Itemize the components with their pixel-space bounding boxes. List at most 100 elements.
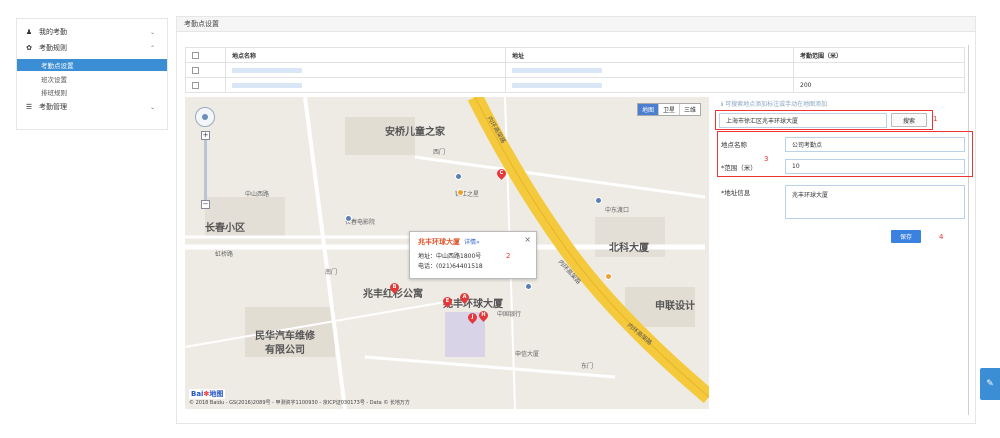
zoom-in-button[interactable]: + — [201, 131, 210, 140]
baidu-logo: Bai✽地图 — [189, 389, 226, 399]
map-type-map-button[interactable]: 地图 — [637, 104, 658, 115]
annotation-number: 3 — [764, 155, 769, 163]
map-pin[interactable]: E — [441, 295, 454, 308]
close-icon[interactable]: × — [524, 235, 531, 244]
poi-marker[interactable] — [525, 283, 532, 290]
map-pin[interactable]: J — [466, 311, 479, 324]
sidebar-item-attendance-management[interactable]: ☰ 考勤管理 ⌄ — [17, 100, 167, 114]
pin-label: B — [392, 284, 397, 290]
map-type-3d-button[interactable]: 三维 — [678, 104, 700, 115]
map-pin[interactable]: A — [458, 291, 471, 304]
search-input[interactable]: 上海市徐汇区兆丰环球大厦 — [719, 113, 887, 128]
table-row[interactable] — [185, 62, 965, 78]
scrollbar[interactable] — [968, 45, 969, 415]
row-checkbox-cell[interactable] — [185, 62, 226, 78]
gear-icon: ✿ — [26, 44, 32, 52]
select-all-cell[interactable] — [185, 47, 226, 63]
poi-marker[interactable] — [605, 273, 612, 280]
info-window-address: 地址：中山西路1800号 — [418, 253, 482, 260]
annotation-number: 2 — [506, 252, 511, 260]
map-label: 申联设计 — [655, 301, 695, 312]
select-all-checkbox[interactable] — [192, 51, 199, 59]
map-label: 西门 — [433, 149, 446, 156]
pin-label: H — [481, 312, 486, 318]
row-checkbox[interactable] — [192, 66, 199, 74]
map-navigation-control: + − — [195, 107, 217, 209]
logo-text: 地图 — [209, 390, 224, 398]
info-window-phone: 电话：(021)64401518 — [418, 263, 483, 270]
map-type-satellite-button[interactable]: 卫星 — [657, 104, 679, 115]
poi-marker[interactable] — [345, 215, 352, 222]
sidebar: ♟ 我的考勤 ⌄ ✿ 考勤规则 ⌃ 考勤点设置 班次设置 排班规则 ☰ 考勤管理… — [16, 18, 168, 130]
name-cell — [225, 62, 506, 78]
pin-label: E — [445, 298, 450, 304]
sidebar-subitem-checkpoint-settings[interactable]: 考勤点设置 — [17, 59, 167, 71]
info-window-title: 兆丰环球大厦 详情» — [418, 237, 528, 247]
name-label: 地点名称 — [721, 141, 747, 149]
zoom-slider[interactable] — [204, 140, 207, 200]
name-cell — [225, 77, 506, 93]
blurred-text — [512, 82, 602, 88]
row-checkbox-cell[interactable] — [185, 77, 226, 93]
map-copyright: © 2018 Baidu - GS(2016)2089号 - 甲测资字11009… — [189, 400, 410, 406]
sidebar-item-attendance-rules[interactable]: ✿ 考勤规则 ⌃ — [17, 41, 167, 55]
map-canvas[interactable]: 内环高架路 内环高架路 内环高架路 安桥儿童之家 长春小区 兆丰红杉公寓 兆丰环… — [185, 97, 709, 409]
poi-marker[interactable] — [455, 173, 462, 180]
address-textarea[interactable]: 兆丰环球大厦 — [785, 185, 965, 219]
map-label: 中国银行 — [497, 311, 522, 318]
map-pin[interactable]: B — [388, 281, 401, 294]
sidebar-subitem-scheduling-rules[interactable]: 排班规则 — [17, 86, 167, 98]
pin-label: J — [471, 314, 474, 320]
search-button[interactable]: 搜索 — [891, 113, 927, 127]
chevron-up-icon: ⌃ — [149, 44, 155, 52]
chevron-down-icon: ⌄ — [149, 28, 155, 36]
sidebar-subitem-shift-settings[interactable]: 班次设置 — [17, 73, 167, 85]
blurred-text — [512, 67, 602, 73]
column-header-name: 地点名称 — [225, 47, 506, 63]
map-label: 东门 — [581, 363, 594, 370]
table-row[interactable]: 200 — [185, 77, 965, 93]
list-icon: ☰ — [25, 103, 33, 111]
info-window-title-text: 兆丰环球大厦 — [418, 238, 460, 246]
map-pin[interactable]: H — [477, 309, 490, 322]
blurred-text — [232, 67, 302, 73]
map-pin[interactable]: C — [495, 167, 508, 180]
logo-text: Bai — [191, 390, 204, 398]
page-title: 考勤点设置 — [177, 17, 975, 32]
map-label: 申信大厦 — [515, 351, 540, 358]
sidebar-item-label: 我的考勤 — [39, 28, 67, 36]
pan-control-icon[interactable] — [195, 107, 215, 127]
column-header-address: 地址 — [505, 47, 794, 63]
checkpoint-table: 地点名称 地址 考勤范围（米） 200 — [185, 47, 965, 93]
edit-float-button[interactable]: ✎ — [980, 368, 1000, 400]
annotation-number: 1 — [933, 115, 938, 123]
map-label: 中东渡口 — [605, 207, 630, 214]
poi-marker[interactable] — [595, 197, 602, 204]
range-cell — [793, 62, 965, 78]
map-label: 有限公司 — [265, 345, 305, 356]
info-window-detail-link[interactable]: 详情» — [464, 239, 480, 246]
table-header-row: 地点名称 地址 考勤范围（米） — [185, 47, 965, 63]
row-checkbox[interactable] — [192, 81, 199, 89]
map-label: 安桥儿童之家 — [385, 127, 445, 138]
chevron-down-icon: ⌄ — [149, 103, 155, 111]
pin-label: C — [499, 170, 504, 176]
annotation-number: 4 — [939, 233, 944, 241]
info-window: 兆丰环球大厦 详情» 地址：中山西路1800号 电话：(021)64401518 … — [409, 231, 537, 279]
zoom-out-button[interactable]: − — [201, 200, 210, 209]
address-cell — [505, 62, 794, 78]
range-input[interactable]: 10 — [785, 159, 965, 174]
pin-label: A — [462, 294, 467, 300]
range-label: *范围（米） — [721, 164, 757, 172]
poi-marker[interactable] — [457, 189, 464, 196]
map-label: 中山西路 — [245, 191, 270, 198]
map-label: 虹桥路 — [215, 251, 234, 258]
form-hint: ℹ 可搜索地点添加标注或手动在地图添加 — [721, 101, 828, 108]
address-cell — [505, 77, 794, 93]
edit-icon: ✎ — [986, 379, 994, 389]
save-button[interactable]: 保存 — [891, 230, 921, 243]
name-input[interactable]: 公司考勤点 — [785, 137, 965, 152]
sidebar-item-my-attendance[interactable]: ♟ 我的考勤 ⌄ — [17, 25, 167, 39]
address-label: *地址信息 — [721, 189, 751, 197]
column-header-range: 考勤范围（米） — [793, 47, 965, 63]
